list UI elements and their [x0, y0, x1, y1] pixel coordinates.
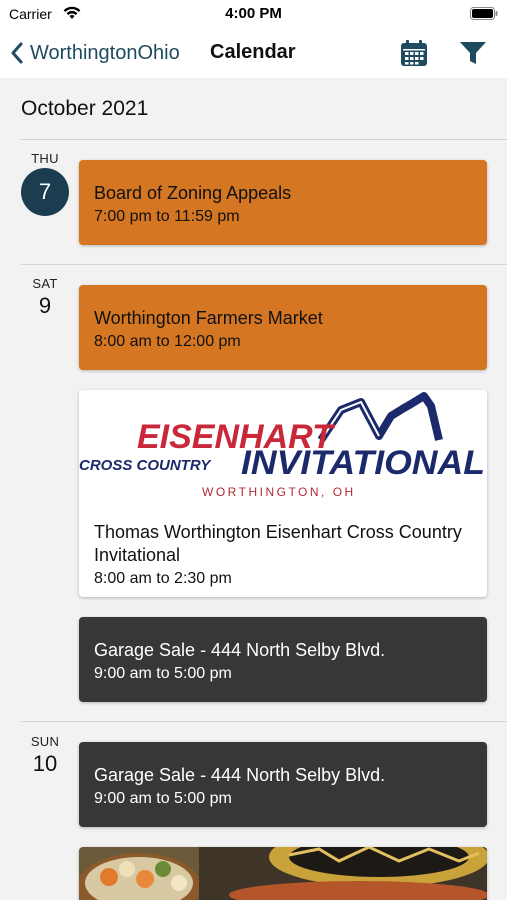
event-card-farmers-market[interactable]: Worthington Farmers Market 8:00 am to 12… [79, 285, 487, 370]
divider [21, 139, 507, 140]
event-card-board-of-zoning[interactable]: Board of Zoning Appeals 7:00 pm to 11:59… [79, 160, 487, 245]
event-title: Thomas Worthington Eisenhart Cross Count… [94, 522, 462, 565]
navigation-bar: WorthingtonOhio Calendar [0, 28, 507, 78]
month-header: October 2021 [21, 97, 149, 120]
calendar-icon [401, 40, 427, 66]
day-of-week: SUN [30, 734, 60, 749]
battery-icon [470, 7, 498, 20]
calendar-view-button[interactable] [399, 39, 429, 67]
logo-line-2a: CROSS COUNTRY [79, 457, 212, 474]
event-time: 8:00 am to 12:00 pm [94, 333, 241, 350]
event-time: 9:00 am to 5:00 pm [94, 665, 232, 682]
day-number: 9 [38, 293, 52, 318]
event-photo-image [79, 847, 487, 900]
day-number: 10 [32, 751, 58, 776]
filter-button[interactable] [458, 39, 488, 67]
logo-line-3: WORTHINGTON, OH [202, 485, 356, 499]
day-of-week: SAT [32, 276, 58, 291]
back-button[interactable]: WorthingtonOhio [10, 38, 180, 68]
day-label-thu-7: THU 7 [18, 151, 72, 216]
divider [21, 721, 507, 722]
event-time: 7:00 pm to 11:59 pm [94, 208, 240, 225]
logo-line-2b: INVITATIONAL [241, 444, 485, 482]
event-card-partial[interactable] [79, 847, 487, 900]
filter-icon [460, 42, 486, 64]
day-label-sat-9: SAT 9 [18, 276, 72, 319]
event-card-garage-sale[interactable]: Garage Sale - 444 North Selby Blvd. 9:00… [79, 617, 487, 702]
back-label: WorthingtonOhio [30, 41, 180, 64]
event-title: Board of Zoning Appeals [94, 183, 292, 203]
event-card-garage-sale[interactable]: Garage Sale - 444 North Selby Blvd. 9:00… [79, 742, 487, 827]
event-title: Worthington Farmers Market [94, 308, 323, 328]
eisenhart-logo: EISENHART CROSS COUNTRY INVITATIONAL WOR… [79, 392, 485, 499]
page-title: Calendar [210, 41, 296, 63]
event-time: 9:00 am to 5:00 pm [94, 790, 232, 807]
day-label-sun-10: SUN 10 [18, 734, 72, 777]
event-title: Garage Sale - 444 North Selby Blvd. [94, 640, 386, 660]
status-bar: Carrier 4:00 PM [0, 0, 507, 28]
event-time: 8:00 am to 2:30 pm [94, 570, 232, 587]
status-time: 4:00 PM [225, 5, 282, 22]
event-card-eisenhart-invitational[interactable]: EISENHART CROSS COUNTRY INVITATIONAL WOR… [79, 390, 487, 597]
today-day-number: 7 [21, 168, 69, 216]
event-banner-image: EISENHART CROSS COUNTRY INVITATIONAL WOR… [79, 390, 487, 512]
event-title: Garage Sale - 444 North Selby Blvd. [94, 765, 386, 785]
day-of-week: THU [31, 151, 59, 166]
chevron-left-icon [11, 42, 23, 64]
divider [21, 264, 507, 265]
